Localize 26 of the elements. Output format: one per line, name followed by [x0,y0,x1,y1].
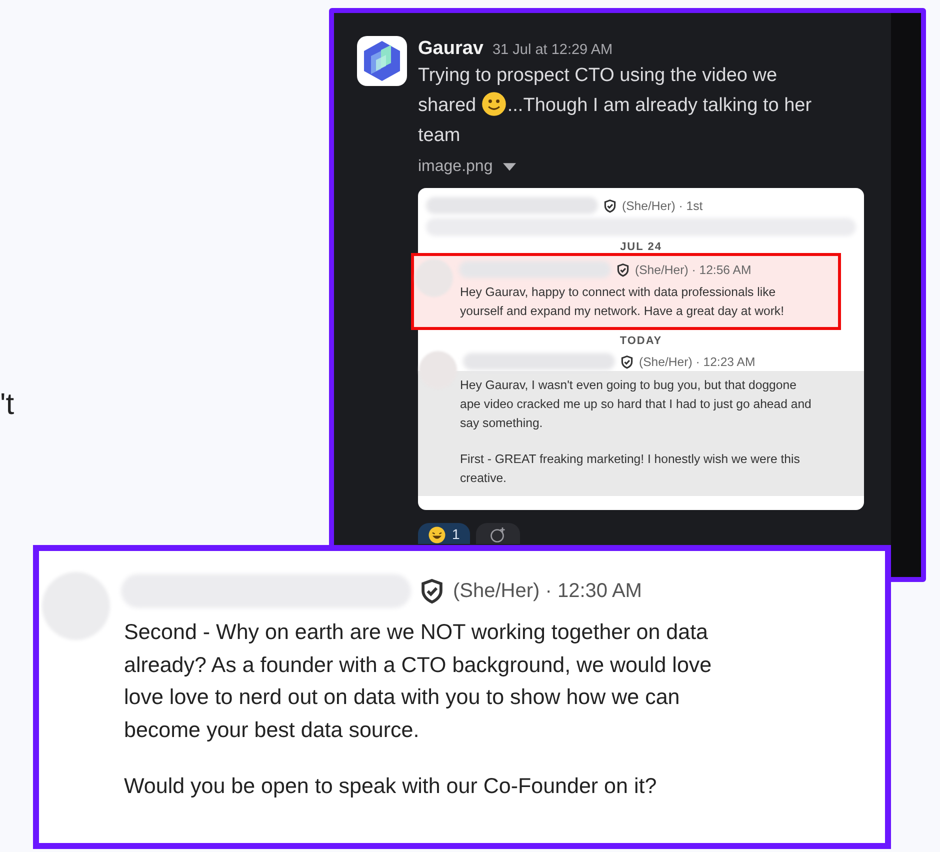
message-text: Hey Gaurav, I wasn't even going to bug you, but that doggone ape video cracked me up so hard that I had to just go ahead and say something. [460,377,812,432]
message-text: Trying to prospect CTO using the video we shared ...Though I am already talking to her team [418,64,813,148]
message-meta: (She/Her) · 12:30 AM [453,580,642,602]
caret-icon [502,162,516,172]
avatar [415,259,453,297]
laughing-face-icon [428,526,446,544]
author-name[interactable]: Gaurav [418,38,484,60]
add-reaction-button[interactable] [476,523,520,544]
verified-shield-icon [419,578,445,604]
profile-meta: (She/Her) · 1st [622,198,703,212]
page-text: 't [0,388,14,422]
attachment-toggle[interactable]: image.png [418,158,516,176]
reaction-button[interactable]: 1 [418,523,470,544]
message-text: First - GREAT freaking marketing! I honestly wish we were this creative. [460,451,801,487]
smiling-face-icon [481,91,508,117]
add-emoji-icon [488,526,507,544]
app-logo-icon [357,36,407,86]
message-text: Would you be open to speak with our Co-Founder on it? [124,773,658,800]
message-meta: (She/Her) · 12:23 AM [639,354,756,368]
message-text: Hey Gaurav, happy to connect with data professionals like yourself and expand my network. Have a great day at work! [460,284,785,320]
message-timestamp[interactable]: 31 Jul at 12:29 AM [492,42,613,58]
verified-shield-icon [603,198,617,212]
message-meta: (She/Her) · 12:56 AM [635,262,752,276]
verified-shield-icon [616,262,630,276]
verified-shield-icon [620,354,634,368]
message-text: Second - Why on earth are we NOT working together on data already? As a founder with a CTO background, we would love love love to nerd out on data with you to show how we can become your best data source. [124,619,713,744]
